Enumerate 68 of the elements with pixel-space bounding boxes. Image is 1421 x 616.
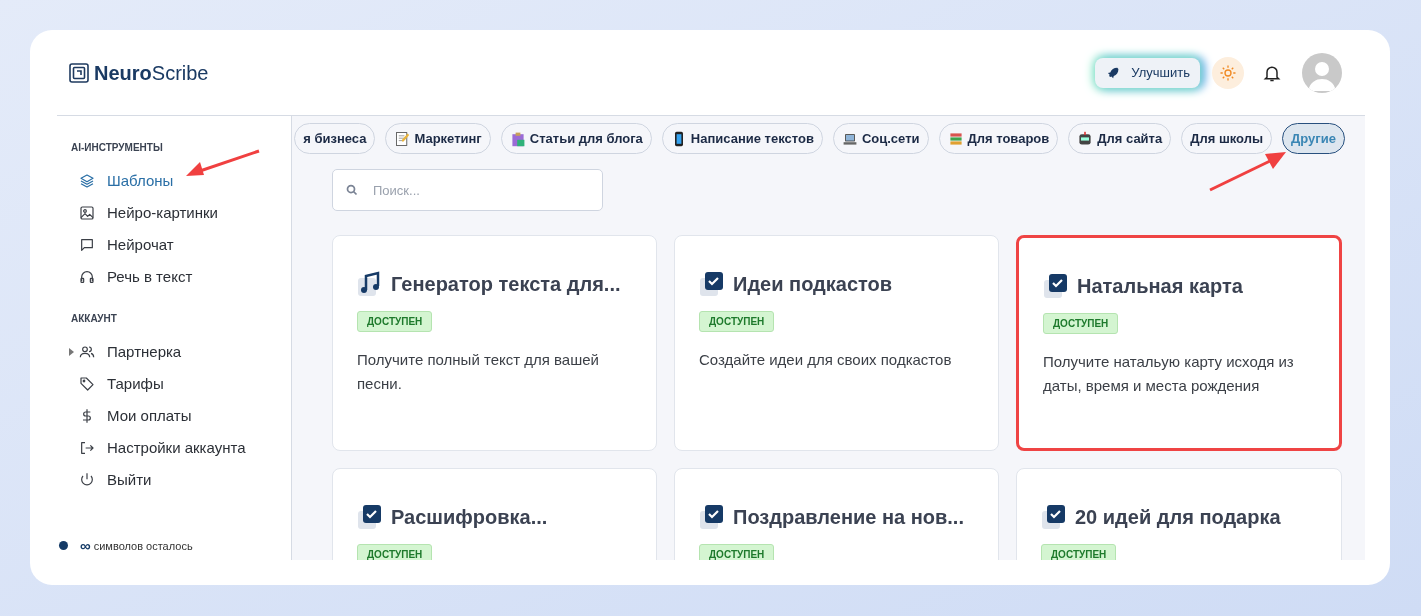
card-title: Идеи подкастов xyxy=(733,272,893,297)
sidebar-item[interactable]: Мои оплаты xyxy=(71,400,291,432)
template-card[interactable]: Натальная карта ДОСТУПЕН Получите натальую карту исходя из даты, время и места рождения xyxy=(1016,235,1342,451)
card-title: Расшифровка... xyxy=(391,505,548,530)
section-heading: AI-ИНСТРУМЕНТЫ xyxy=(71,141,164,155)
expand-caret-icon[interactable] xyxy=(69,348,74,356)
upgrade-button[interactable]: Улучшить xyxy=(1095,57,1200,88)
status-badge: ДОСТУПЕН xyxy=(357,544,433,560)
headphones-icon xyxy=(79,269,95,285)
image-icon xyxy=(79,205,95,221)
section-heading: АККАУНТ xyxy=(71,312,118,326)
card-title: Генератор текста для... xyxy=(391,272,621,297)
category-chip[interactable]: Статьи для блога xyxy=(500,123,652,154)
memo-icon xyxy=(394,130,411,147)
card-description: Создайте идеи для своих подкастов xyxy=(699,350,953,370)
sidebar-item[interactable]: Выйти xyxy=(71,464,291,496)
tag-icon xyxy=(79,376,95,392)
category-chip[interactable]: Для школы xyxy=(1181,123,1273,154)
category-chip[interactable]: Маркетинг xyxy=(385,123,491,154)
template-card[interactable]: 20 идей для подарка ДОСТУПЕН xyxy=(1016,468,1342,560)
category-chip[interactable]: Соц.сети xyxy=(832,123,929,154)
sidebar-item[interactable]: Нейрочат xyxy=(71,229,291,261)
chat-icon xyxy=(79,237,95,253)
sidebar-item[interactable]: Речь в текст xyxy=(71,261,291,293)
power-icon xyxy=(79,472,95,488)
books-icon xyxy=(947,130,964,147)
search-field[interactable]: Поиск... xyxy=(332,169,603,211)
status-badge: ДОСТУПЕН xyxy=(357,311,433,332)
check-icon xyxy=(699,270,725,298)
template-card[interactable]: Поздравление на нов... ДОСТУПЕН xyxy=(674,468,999,560)
users-icon xyxy=(79,344,95,360)
template-card[interactable]: Генератор текста для... ДОСТУПЕН Получите полный текст для вашей песни. xyxy=(332,235,657,451)
sidebar-item[interactable]: Нейро-картинки xyxy=(71,197,291,229)
check-icon xyxy=(1041,503,1067,531)
card-title: 20 идей для подарка xyxy=(1075,505,1281,530)
status-badge: ДОСТУПЕН xyxy=(699,311,775,332)
category-chip[interactable]: Написание текстов xyxy=(661,123,823,154)
robot-icon xyxy=(1077,130,1094,147)
theme-toggle[interactable] xyxy=(1212,56,1244,89)
sidebar-item[interactable]: Партнерка xyxy=(71,336,291,368)
card-description: Получите натальую карту исходя из даты, время и места рождения xyxy=(1043,352,1295,396)
search-icon xyxy=(346,184,358,196)
status-badge: ДОСТУПЕН xyxy=(699,544,775,560)
clipboard-icon xyxy=(509,130,526,147)
layers-icon xyxy=(79,173,95,189)
exit-icon xyxy=(79,440,95,456)
template-card[interactable]: Идеи подкастов ДОСТУПЕН Создайте идеи для своих подкастов xyxy=(674,235,999,451)
template-card[interactable]: Расшифровка... ДОСТУПЕН xyxy=(332,468,657,560)
logo-text: NeuroScribe xyxy=(94,60,209,86)
logo-icon xyxy=(69,62,89,83)
sun-icon xyxy=(1219,63,1237,82)
check-icon xyxy=(1043,272,1069,300)
card-title: Поздравление на нов... xyxy=(733,505,964,530)
card-title: Натальная карта xyxy=(1077,274,1243,299)
infinity-symbol: ∞ xyxy=(80,538,91,554)
rocket-icon xyxy=(1105,65,1120,80)
sidebar-item[interactable]: Тарифы xyxy=(71,368,291,400)
symbols-left-text: символов осталось xyxy=(93,538,193,554)
category-chip[interactable]: Для товаров xyxy=(938,123,1059,154)
card-description: Получите полный текст для вашей песни. xyxy=(357,350,600,394)
sidebar-item[interactable]: Шаблоны xyxy=(71,165,291,197)
status-badge: ДОСТУПЕН xyxy=(1041,544,1117,560)
sidebar-item[interactable]: Настройки аккаунта xyxy=(71,432,291,464)
check-icon xyxy=(699,503,725,531)
check-icon xyxy=(357,503,383,531)
category-chip[interactable]: Для сайта xyxy=(1068,123,1172,154)
status-badge: ДОСТУПЕН xyxy=(1043,313,1119,334)
category-chip[interactable]: я бизнеса xyxy=(294,123,376,154)
